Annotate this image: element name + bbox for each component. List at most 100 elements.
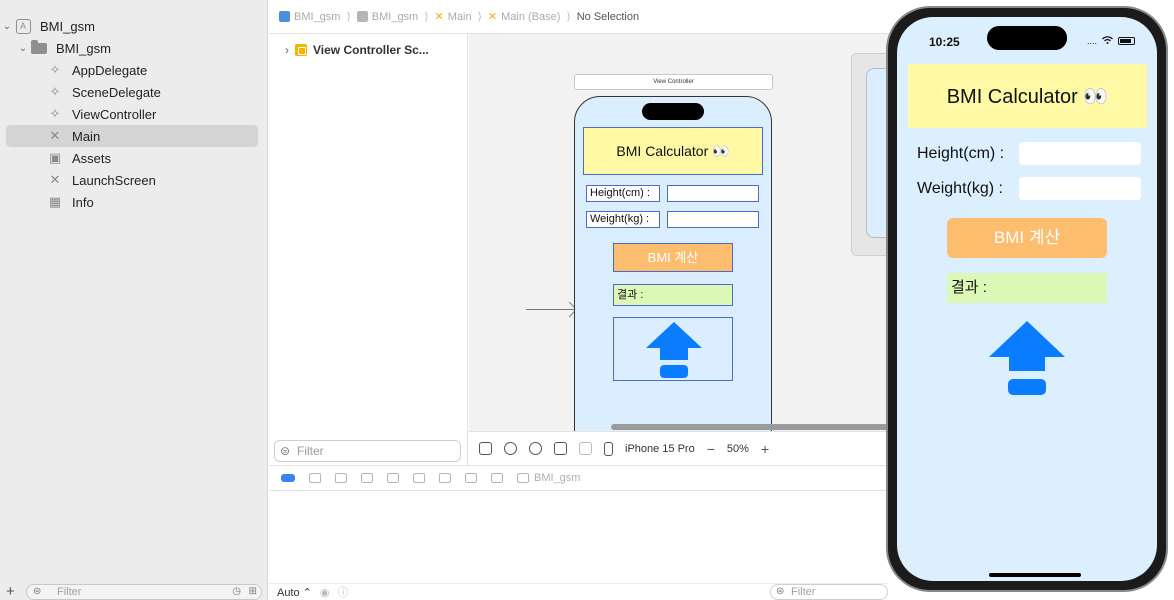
nav-item-info[interactable]: ▦ Info — [0, 191, 268, 213]
filter-icon: ⊜ — [280, 444, 291, 458]
weight-input[interactable] — [1019, 177, 1141, 200]
initial-view-controller-arrow[interactable] — [526, 309, 574, 310]
debug-bar: BMI_gsm — [269, 465, 889, 491]
nav-item-assets[interactable]: ▣ Assets — [0, 147, 268, 169]
status-icons: .... — [1087, 36, 1135, 46]
scene-bmi-button[interactable]: BMI 계산 — [613, 243, 733, 272]
disclosure-icon[interactable]: ⌄ — [16, 43, 30, 54]
swift-file-icon: ✧ — [49, 84, 61, 99]
pause-icon[interactable] — [309, 473, 321, 483]
scene-result-label[interactable]: 결과 : — [613, 284, 733, 306]
document-outline: › View Controller Sc... ⊜ Filter — [269, 34, 468, 465]
project-icon: A — [14, 18, 32, 34]
storyboard-canvas[interactable]: View Controller BMI Calculator 👀 Height(… — [469, 34, 889, 431]
storyboard-icon: ✕ — [434, 11, 444, 23]
chevron-right-icon: ⟩ — [346, 11, 351, 23]
debug-target[interactable]: BMI_gsm — [517, 472, 580, 484]
nav-item-viewcontroller[interactable]: ✧ ViewController — [0, 103, 268, 125]
nav-item-appdelegate[interactable]: ✧ AppDelegate — [0, 59, 268, 81]
dark-mode-icon[interactable] — [529, 442, 542, 455]
disclosure-icon[interactable]: ⌄ — [0, 21, 14, 32]
chevron-right-icon: ⟩ — [477, 11, 482, 23]
chevron-right-icon[interactable]: › — [285, 43, 289, 57]
iphone-simulator[interactable]: 10:25 .... BMI Calculator 👀 Height(cm) :… — [886, 6, 1168, 592]
project-icon — [279, 11, 290, 22]
add-file-button[interactable]: + — [6, 583, 15, 600]
device-selector[interactable]: iPhone 15 Pro — [625, 443, 695, 455]
split-view-icon — [579, 442, 592, 455]
height-input[interactable] — [1019, 142, 1141, 165]
bmi-calculate-button[interactable]: BMI 계산 — [947, 218, 1107, 258]
info-icon[interactable]: ⓘ — [338, 584, 349, 600]
breadcrumb-folder[interactable]: BMI_gsm — [356, 11, 418, 23]
scene-device-frame[interactable]: BMI Calculator 👀 Height(cm) : Weight(kg)… — [574, 96, 772, 431]
nav-item-label: AppDelegate — [72, 62, 148, 78]
scene-title-bar[interactable]: View Controller — [574, 74, 773, 90]
console-filter-input[interactable]: ⊜ Filter — [770, 584, 888, 600]
breadcrumb-main[interactable]: ✕ Main — [434, 10, 472, 24]
orientation-icon[interactable] — [554, 442, 567, 455]
swift-file-icon: ✧ — [49, 106, 61, 121]
arrow-up-icon — [989, 321, 1065, 395]
breadcrumb-project[interactable]: BMI_gsm — [279, 11, 340, 23]
location-icon[interactable] — [491, 473, 503, 483]
home-indicator[interactable] — [989, 573, 1081, 577]
jump-bar: BMI_gsm ⟩ BMI_gsm ⟩ ✕ Main ⟩ ✕ Main (Base) ⟩ N… — [269, 0, 889, 34]
nav-item-label: BMI_gsm — [56, 40, 111, 56]
navigator-filter-input[interactable]: ⊜ Filter ◷ ⊞ — [26, 584, 262, 600]
scene-height-label[interactable]: Height(cm) : — [586, 185, 660, 202]
launch-scene-preview[interactable] — [851, 53, 889, 256]
battery-icon — [1118, 37, 1135, 45]
recent-files-icon[interactable]: ◷ — [232, 585, 241, 599]
device-icon[interactable] — [604, 441, 613, 456]
scene-height-field[interactable] — [667, 185, 759, 202]
breakpoints-icon[interactable] — [281, 474, 295, 482]
status-time: 10:25 — [929, 35, 960, 49]
step-out-icon[interactable] — [387, 473, 399, 483]
console-mode-selector[interactable]: Auto ⌃ — [277, 586, 312, 599]
cellular-icon: .... — [1086, 36, 1097, 46]
camera-icon — [1043, 26, 1067, 50]
nav-item-label: SceneDelegate — [72, 84, 161, 100]
simulator-screen[interactable]: 10:25 .... BMI Calculator 👀 Height(cm) :… — [897, 17, 1157, 581]
breadcrumb-main-base[interactable]: ✕ Main (Base) — [488, 10, 561, 24]
view-controller-icon — [295, 44, 307, 56]
nav-item-label: ViewController — [72, 106, 157, 122]
environment-overrides-icon[interactable] — [465, 473, 477, 483]
outline-item-scene[interactable]: › View Controller Sc... — [285, 43, 429, 57]
scene-image-view[interactable] — [613, 317, 733, 381]
chevron-right-icon: ⟩ — [566, 11, 571, 23]
folder-icon — [30, 39, 48, 56]
zoom-in-icon[interactable]: + — [761, 441, 769, 457]
nav-item-main[interactable]: ✕ Main — [6, 125, 258, 147]
source-control-filter-icon[interactable]: ⊞ — [249, 585, 257, 599]
height-label: Height(cm) : — [917, 145, 1005, 162]
folder-icon — [356, 11, 368, 22]
scene-weight-field[interactable] — [667, 211, 759, 228]
scene-weight-label[interactable]: Weight(kg) : — [586, 211, 660, 228]
nav-item-project[interactable]: ⌄ A BMI_gsm — [0, 15, 268, 37]
step-over-icon[interactable] — [335, 473, 347, 483]
breadcrumb-selection[interactable]: No Selection — [577, 11, 639, 23]
nav-item-launchscreen[interactable]: ✕ LaunchScreen — [0, 169, 268, 191]
zoom-level: 50% — [726, 442, 749, 455]
appearance-icon[interactable] — [504, 442, 517, 455]
outline-filter-input[interactable]: ⊜ Filter — [274, 440, 461, 462]
bmi-title-label: BMI Calculator 👀 — [908, 64, 1147, 128]
nav-item-scenedelegate[interactable]: ✧ SceneDelegate — [0, 81, 268, 103]
storyboard-icon: ✕ — [49, 172, 61, 187]
canvas-toolbar: iPhone 15 Pro − 50% + — [469, 431, 889, 465]
step-into-icon[interactable] — [361, 473, 373, 483]
eye-icon[interactable]: ◉ — [320, 586, 330, 599]
view-hierarchy-icon[interactable] — [413, 473, 425, 483]
nav-item-folder[interactable]: ⌄ BMI_gsm — [0, 37, 268, 59]
filter-icon: ⊜ — [33, 586, 42, 597]
memory-graph-icon[interactable] — [439, 473, 451, 483]
filter-placeholder: Filter — [297, 444, 324, 458]
zoom-out-icon[interactable]: − — [707, 441, 715, 457]
wifi-icon — [1102, 36, 1113, 46]
horizontal-scrollbar[interactable] — [611, 424, 889, 430]
outline-toggle-icon[interactable] — [479, 442, 492, 455]
storyboard-icon: ✕ — [49, 128, 61, 143]
scene-title-label[interactable]: BMI Calculator 👀 — [583, 127, 763, 175]
